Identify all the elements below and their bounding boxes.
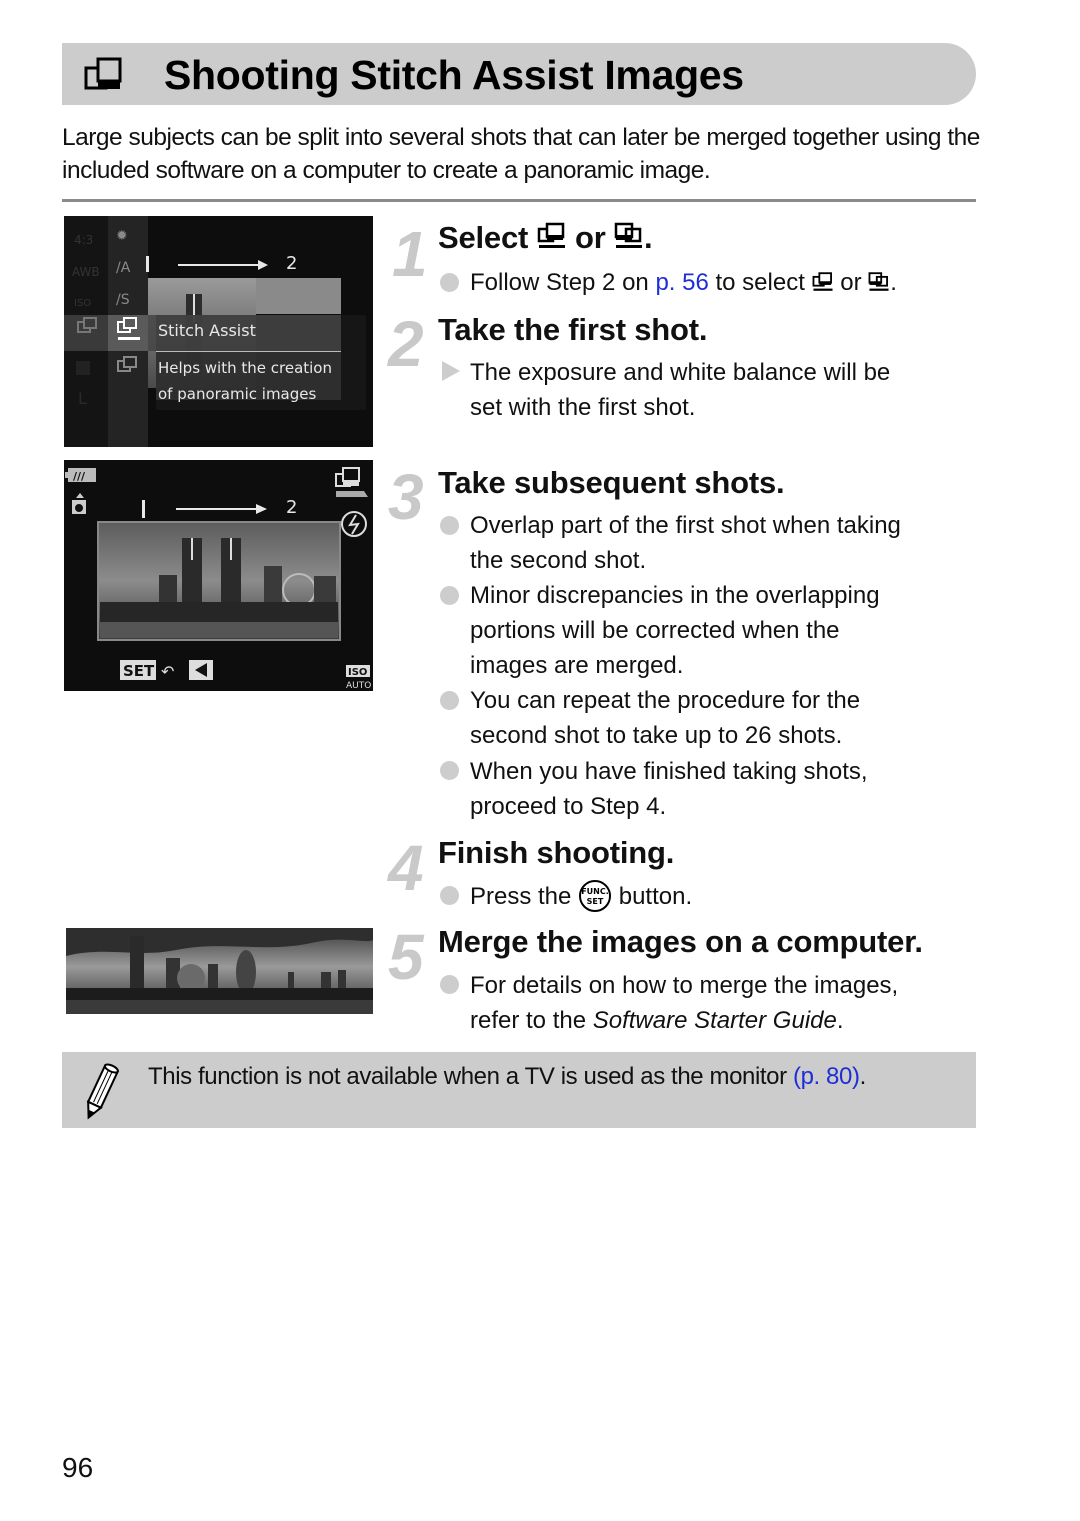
text: This function is not available when a TV… bbox=[148, 1063, 793, 1090]
text: or bbox=[833, 269, 869, 296]
svg-text:/A: /A bbox=[116, 260, 131, 276]
note-text: This function is not available when a TV… bbox=[148, 1062, 866, 1092]
return-icon: ↶ bbox=[161, 662, 174, 681]
step-3-bullet-2-line2: portions will be corrected when the bbox=[470, 617, 840, 644]
counter-to: 2 bbox=[286, 253, 298, 274]
stitch-right-to-left-icon bbox=[868, 272, 889, 291]
intro-paragraph: Large subjects can be split into several… bbox=[62, 124, 980, 184]
left-arrow-button-icon bbox=[189, 660, 213, 680]
page-title: Shooting Stitch Assist Images bbox=[164, 52, 744, 98]
menu-item-title: Stitch Assist bbox=[158, 321, 256, 340]
step-3-bullet-2-line3: images are merged. bbox=[470, 652, 684, 679]
step-3-bullet-3-line1: You can repeat the procedure for the bbox=[470, 687, 861, 714]
step-3-bullet-2-line1: Minor discrepancies in the overlapping bbox=[470, 582, 880, 609]
result-arrow-icon bbox=[442, 361, 460, 381]
battery-icon: /// bbox=[65, 468, 96, 483]
step-3-bullet-3-line2: second shot to take up to 26 shots. bbox=[470, 722, 843, 749]
text: Follow Step 2 on bbox=[470, 269, 656, 296]
step-3-bullet-1-line1: Overlap part of the first shot when taki… bbox=[470, 512, 901, 539]
text: refer to the bbox=[470, 1007, 593, 1034]
menu-item-description-line2: of panoramic images bbox=[158, 385, 317, 403]
svg-text:///: /// bbox=[73, 470, 86, 483]
svg-text:ISO: ISO bbox=[74, 298, 91, 309]
step-number: 4 bbox=[388, 832, 424, 904]
step-5-title: Merge the images on a computer. bbox=[438, 924, 923, 959]
step-4-instruction: Press the FUNC. SET button. bbox=[470, 879, 970, 914]
step-3-title: Take subsequent shots. bbox=[438, 465, 785, 500]
svg-text:AUTO: AUTO bbox=[346, 681, 371, 691]
svg-text:AWB: AWB bbox=[72, 265, 100, 279]
step-1-title: Select or . bbox=[438, 220, 653, 256]
bullet-dot bbox=[440, 516, 459, 535]
step-3-bullet-4-line1: When you have finished taking shots, bbox=[470, 758, 868, 785]
software-guide-title: Software Starter Guide bbox=[592, 1007, 837, 1034]
set-button-icon: SET bbox=[120, 660, 156, 680]
svg-text:L: L bbox=[78, 389, 87, 408]
stitch-assist-icon bbox=[84, 57, 122, 90]
set-label: SET bbox=[587, 897, 604, 906]
step-1-title-period: . bbox=[644, 220, 653, 255]
title-band: Shooting Stitch Assist Images bbox=[62, 43, 976, 105]
pencil-icon bbox=[86, 1063, 120, 1120]
svg-text:4:3: 4:3 bbox=[74, 233, 93, 247]
bullet-dot bbox=[440, 691, 459, 710]
step-1-title-or: or bbox=[574, 220, 606, 255]
page-link-80[interactable]: (p. 80) bbox=[793, 1063, 860, 1090]
step-5-line2: refer to the Software Starter Guide. bbox=[470, 1003, 970, 1038]
func-set-button-icon: FUNC. SET bbox=[579, 880, 612, 912]
camera-screen-shooting: /// SET ↶ ISO AUTO 2 bbox=[64, 460, 373, 691]
bullet-dot bbox=[440, 761, 459, 780]
page-number: 96 bbox=[62, 1452, 94, 1483]
text: button. bbox=[612, 883, 693, 910]
step-4-title: Finish shooting. bbox=[438, 835, 675, 870]
step-2-title: Take the first shot. bbox=[438, 312, 708, 347]
step-3-bullet-4-line2: proceed to Step 4. bbox=[470, 793, 667, 820]
menu-item-description-line1: Helps with the creation bbox=[158, 359, 332, 377]
stitch-left-to-right-icon bbox=[537, 222, 565, 248]
text: . bbox=[836, 1007, 844, 1034]
text: . bbox=[890, 269, 897, 296]
step-number: 1 bbox=[392, 218, 428, 290]
step-1-instruction: Follow Step 2 on p. 56 to select or . bbox=[470, 265, 990, 300]
stitch-right-to-left-icon bbox=[614, 222, 643, 248]
bullet-dot bbox=[440, 586, 459, 605]
bullet-dot bbox=[440, 273, 459, 292]
step-3-bullet-1-line2: the second shot. bbox=[470, 547, 647, 574]
bullet-dot bbox=[440, 886, 459, 905]
counter-to: 2 bbox=[286, 497, 298, 518]
note-box: This function is not available when a TV… bbox=[62, 1052, 976, 1128]
text: to select bbox=[708, 269, 812, 296]
step-1-title-prefix: Select bbox=[438, 220, 529, 255]
camera-screen-menu: ✹ /A /S 4:3 AWB ISO L 2 Stitch Assist He… bbox=[64, 216, 373, 447]
step-number: 3 bbox=[388, 461, 424, 533]
step-2-result-line2: set with the first shot. bbox=[470, 394, 696, 421]
step-5-line1: For details on how to merge the images, bbox=[470, 972, 899, 999]
svg-text:✹: ✹ bbox=[116, 228, 128, 244]
page-link-56[interactable]: p. 56 bbox=[655, 269, 708, 296]
svg-text:ISO: ISO bbox=[348, 667, 367, 678]
svg-text:SET: SET bbox=[123, 662, 155, 680]
shooting-screen-graphic: /// SET ↶ ISO AUTO bbox=[64, 460, 373, 691]
bullet-dot bbox=[440, 975, 459, 994]
step-2-result-line1: The exposure and white balance will be bbox=[470, 359, 891, 386]
stitch-left-to-right-icon bbox=[812, 272, 833, 291]
text: Press the bbox=[470, 883, 579, 910]
panorama-result-image bbox=[66, 928, 373, 1014]
svg-text:/S: /S bbox=[116, 292, 130, 308]
text: . bbox=[859, 1063, 867, 1090]
divider bbox=[62, 199, 976, 202]
step-number: 2 bbox=[388, 308, 424, 380]
func-label: FUNC. bbox=[581, 887, 609, 896]
step-number: 5 bbox=[388, 921, 424, 993]
